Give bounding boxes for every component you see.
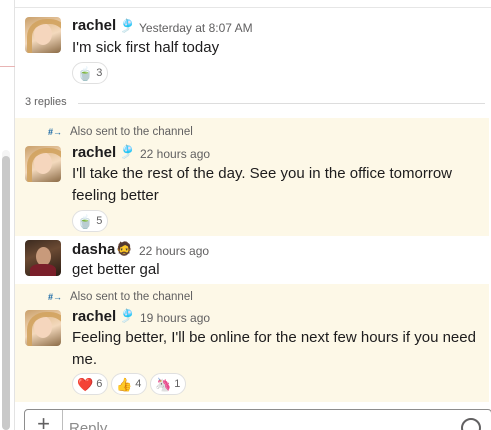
- reaction-count: 3: [96, 67, 103, 79]
- status-emoji-icon[interactable]: 🎐: [119, 308, 135, 324]
- hash-arrow-icon: #→: [48, 292, 63, 302]
- also-sent-note: #→ Also sent to the channel: [48, 291, 193, 303]
- reaction-count: 6: [96, 378, 103, 390]
- replies-divider: [78, 103, 485, 104]
- hash-arrow-icon: #→: [48, 127, 63, 137]
- author-name[interactable]: rachel: [72, 308, 116, 325]
- author-name[interactable]: rachel: [72, 144, 116, 161]
- avatar[interactable]: [25, 240, 61, 276]
- author-name[interactable]: dasha: [72, 241, 115, 258]
- reply-input[interactable]: [69, 416, 449, 430]
- status-emoji-icon[interactable]: 🎐: [119, 18, 135, 34]
- timestamp[interactable]: 22 hours ago: [140, 147, 210, 161]
- status-emoji-icon[interactable]: 🎐: [119, 144, 135, 160]
- pane-top-edge: [15, 0, 491, 8]
- message-text: Feeling better, I'll be online for the n…: [72, 329, 476, 368]
- thumbs-up-icon: 👍: [116, 376, 133, 392]
- status-emoji-icon[interactable]: 🧔: [116, 241, 132, 257]
- also-sent-note: #→ Also sent to the channel: [48, 126, 193, 138]
- message-text: I'm sick first half today: [72, 39, 220, 56]
- reply-composer: +: [24, 409, 491, 430]
- avatar[interactable]: [25, 310, 61, 346]
- heart-icon: ❤️: [77, 376, 94, 392]
- reaction-unicorn[interactable]: 🦄 1: [150, 373, 187, 395]
- reply-message: #→ Also sent to the channel rachel 🎐 19 h…: [15, 284, 489, 402]
- reaction-thumbs-up[interactable]: 👍 4: [111, 373, 148, 395]
- message-text: get better gal: [72, 261, 160, 278]
- reaction-count: 4: [135, 378, 142, 390]
- reaction-count: 5: [96, 215, 103, 227]
- smile-icon[interactable]: [461, 418, 481, 430]
- timestamp[interactable]: 22 hours ago: [139, 244, 209, 258]
- new-messages-divider: [0, 66, 15, 67]
- reaction-count: 1: [174, 378, 181, 390]
- avatar[interactable]: [25, 146, 61, 182]
- replies-count: 3 replies: [25, 96, 67, 108]
- author-name[interactable]: rachel: [72, 17, 116, 34]
- plus-icon[interactable]: +: [25, 410, 63, 430]
- unicorn-icon: 🦄: [155, 376, 172, 392]
- reaction-tea[interactable]: 🍵 3: [72, 62, 109, 84]
- tea-icon: 🍵: [77, 213, 94, 229]
- scrollbar-thumb[interactable]: [2, 156, 10, 430]
- avatar[interactable]: [25, 17, 61, 53]
- reaction-heart[interactable]: ❤️ 6: [72, 373, 109, 395]
- message-text: I'll take the rest of the day. See you i…: [72, 165, 453, 204]
- timestamp[interactable]: 19 hours ago: [140, 311, 210, 325]
- tea-icon: 🍵: [77, 65, 94, 81]
- parent-message: rachel 🎐 Yesterday at 8:07 AM I'm sick f…: [15, 10, 489, 92]
- reaction-tea[interactable]: 🍵 5: [72, 210, 109, 232]
- timestamp[interactable]: Yesterday at 8:07 AM: [139, 21, 253, 35]
- reply-message: dasha 🧔 22 hours ago get better gal: [15, 236, 489, 284]
- reply-message: #→ Also sent to the channel rachel 🎐 22 h…: [15, 118, 489, 236]
